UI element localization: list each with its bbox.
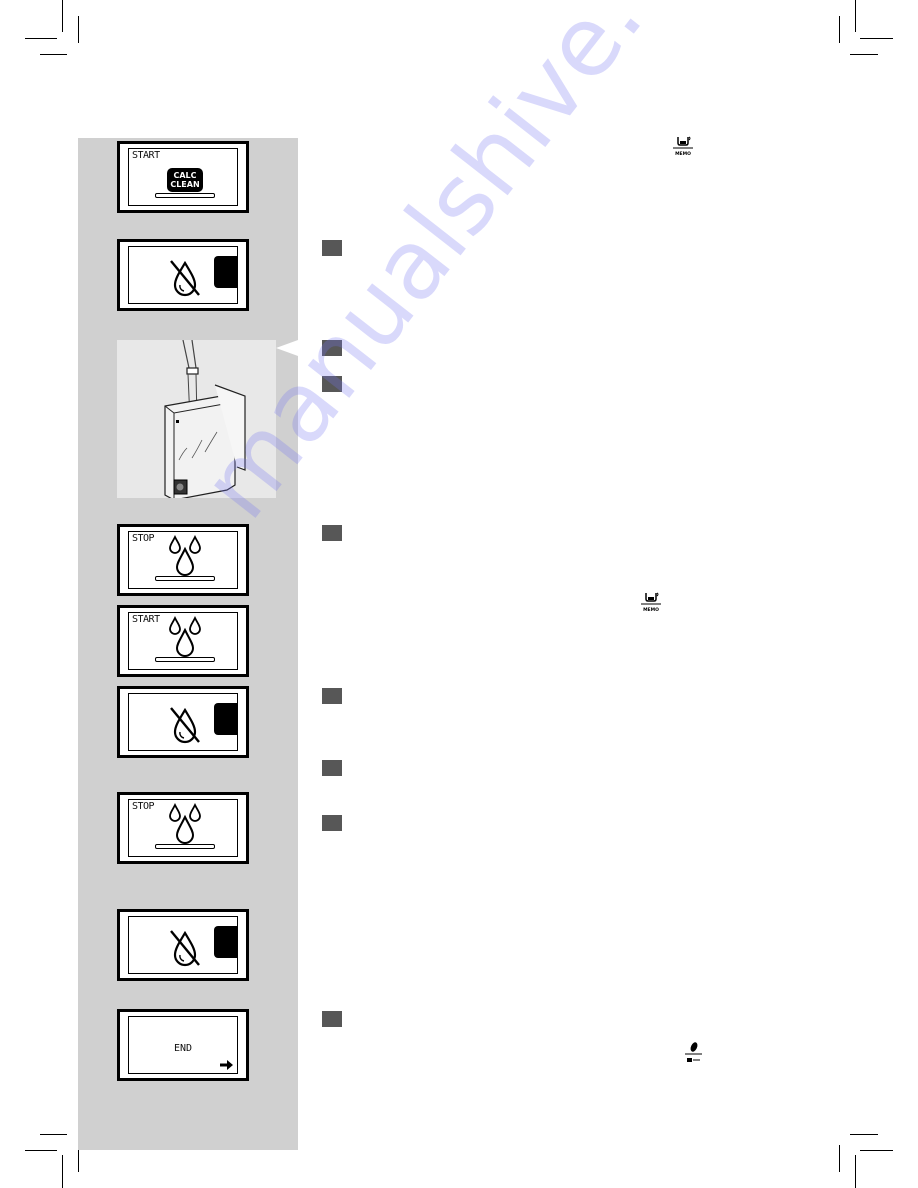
crop-mark	[860, 1150, 893, 1151]
crop-mark	[40, 1134, 67, 1135]
callout-pointer	[276, 340, 298, 356]
crop-mark	[850, 1134, 878, 1135]
crop-mark	[78, 16, 79, 43]
lcd-display-end: END	[117, 1009, 249, 1081]
arrow-right-icon	[220, 1060, 233, 1070]
step-marker	[322, 688, 342, 704]
side-indicator-block	[214, 703, 237, 735]
step-marker	[322, 376, 342, 392]
crop-mark	[839, 16, 840, 43]
water-drop-crossed-icon	[170, 260, 200, 297]
memo-caption: MEMO	[675, 151, 691, 157]
water-drop-crossed-icon	[170, 930, 200, 967]
display-label: STOP	[132, 533, 155, 544]
crop-mark	[855, 1155, 856, 1188]
step-marker	[322, 525, 342, 541]
step-marker	[322, 815, 342, 831]
side-indicator-block	[214, 256, 237, 288]
lcd-display-stop-drops: STOP	[117, 792, 249, 864]
lcd-display-no-water	[117, 909, 249, 981]
display-label: START	[132, 614, 160, 625]
display-center-text: END	[173, 1043, 193, 1054]
water-tank-illustration	[117, 339, 276, 501]
crop-mark	[62, 1155, 63, 1188]
step-marker	[322, 340, 342, 356]
crop-mark	[839, 1145, 840, 1172]
badge-line: CALC	[173, 171, 197, 180]
crop-mark	[25, 1150, 57, 1151]
side-indicator-block	[214, 926, 237, 958]
water-tank-icon	[164, 339, 246, 501]
lcd-display-stop-drops: STOP	[117, 524, 249, 596]
badge-line: CLEAN	[170, 180, 200, 189]
memo-button-icon: MEMO	[639, 590, 663, 618]
lcd-display-no-water	[117, 239, 249, 311]
water-drops-icon	[169, 616, 201, 657]
lcd-display-no-water	[117, 686, 249, 758]
calc-clean-badge: CALC CLEAN	[167, 168, 203, 192]
display-label: START	[132, 150, 160, 161]
progress-bar	[155, 193, 215, 198]
memo-caption: MEMO	[643, 607, 659, 613]
crop-mark	[860, 38, 893, 39]
water-drops-icon	[169, 535, 201, 576]
lcd-display-start-drops: START	[117, 605, 249, 677]
water-drops-icon	[169, 803, 201, 844]
progress-bar	[155, 844, 215, 849]
memo-button-icon: MEMO	[671, 134, 695, 162]
step-marker	[322, 1011, 342, 1027]
crop-mark	[25, 38, 57, 39]
crop-mark	[62, 0, 63, 32]
water-drop-crossed-icon	[170, 707, 200, 744]
progress-bar	[155, 576, 215, 581]
crop-mark	[850, 54, 878, 55]
lcd-display-start-calc-clean: START CALC CLEAN	[117, 141, 249, 213]
step-marker	[322, 240, 342, 256]
crop-mark	[40, 54, 67, 55]
display-label: STOP	[132, 801, 155, 812]
coffee-bean-button-icon	[683, 1041, 703, 1069]
progress-bar	[155, 657, 215, 662]
crop-mark	[855, 0, 856, 32]
step-marker	[322, 760, 342, 776]
